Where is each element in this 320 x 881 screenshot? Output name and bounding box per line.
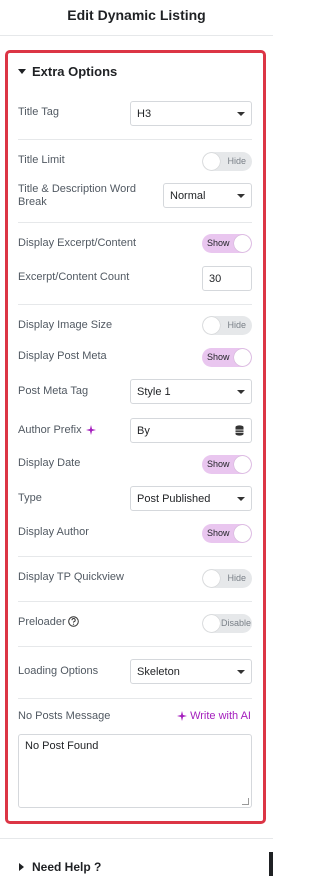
toggle-knob <box>234 456 251 473</box>
toggle-state: Hide <box>227 320 246 330</box>
section-title-need-help[interactable]: Need Help ? <box>32 860 101 874</box>
loading-options-label: Loading Options <box>18 665 99 677</box>
title-limit-toggle[interactable]: Hide <box>202 152 252 171</box>
divider <box>18 304 252 305</box>
word-break-value: Normal <box>170 190 206 202</box>
loading-options-value: Skeleton <box>137 666 180 678</box>
toggle-knob <box>203 317 220 334</box>
post-meta-tag-label: Post Meta Tag <box>18 385 89 397</box>
display-quickview-toggle[interactable]: Hide <box>202 569 252 588</box>
title-tag-select[interactable]: H3 <box>130 101 252 126</box>
title-limit-label: Title Limit <box>18 154 65 166</box>
preloader-toggle[interactable]: Disable <box>202 614 252 633</box>
loading-options-select[interactable]: Skeleton <box>130 659 252 684</box>
scroll-indicator[interactable] <box>269 852 273 876</box>
display-date-toggle[interactable]: Show <box>202 455 252 474</box>
preloader-label: Preloader <box>18 616 66 628</box>
dynamic-tags-button[interactable] <box>227 418 252 443</box>
divider <box>18 556 252 557</box>
toggle-knob <box>234 525 251 542</box>
divider <box>0 838 273 839</box>
toggle-state: Show <box>207 459 230 469</box>
display-author-label: Display Author <box>18 526 89 538</box>
toggle-knob <box>234 349 251 366</box>
toggle-state: Show <box>207 528 230 538</box>
chevron-down-icon <box>237 194 245 198</box>
chevron-down-icon <box>237 497 245 501</box>
divider <box>18 601 252 602</box>
toggle-knob <box>203 153 220 170</box>
excerpt-count-input[interactable]: 30 <box>202 266 252 291</box>
toggle-knob <box>234 235 251 252</box>
excerpt-count-label: Excerpt/Content Count <box>18 271 130 283</box>
divider <box>18 698 252 699</box>
display-image-size-label: Display Image Size <box>18 319 113 331</box>
section-title-extra-options[interactable]: Extra Options <box>32 64 117 79</box>
display-author-toggle[interactable]: Show <box>202 524 252 543</box>
display-post-meta-toggle[interactable]: Show <box>202 348 252 367</box>
caret-right-icon[interactable] <box>19 863 24 871</box>
write-with-ai-link[interactable]: Write with AI <box>177 710 251 722</box>
title-tag-value: H3 <box>137 108 152 120</box>
toggle-state: Disable <box>220 618 251 628</box>
display-quickview-label: Display TP Quickview <box>18 571 124 583</box>
chevron-down-icon <box>237 670 245 674</box>
help-circle-icon[interactable] <box>68 616 79 627</box>
caret-down-icon[interactable] <box>18 69 26 74</box>
chevron-down-icon <box>237 112 245 116</box>
toggle-knob <box>203 615 220 632</box>
toggle-state: Hide <box>227 573 246 583</box>
toggle-knob <box>203 570 220 587</box>
divider <box>18 222 252 223</box>
no-posts-message-textarea[interactable]: No Post Found <box>18 734 252 808</box>
type-label: Type <box>18 492 42 504</box>
toggle-state: Show <box>207 352 230 362</box>
type-value: Post Published <box>137 493 211 505</box>
title-tag-label: Title Tag <box>18 106 59 118</box>
word-break-select[interactable]: Normal <box>163 183 252 208</box>
post-meta-tag-value: Style 1 <box>137 386 171 398</box>
author-prefix-value: By <box>137 425 150 437</box>
author-prefix-label: Author Prefix <box>18 424 82 436</box>
page-title: Edit Dynamic Listing <box>67 7 206 23</box>
chevron-down-icon <box>237 390 245 394</box>
display-post-meta-label: Display Post Meta <box>18 350 107 362</box>
display-date-label: Display Date <box>18 457 81 469</box>
display-excerpt-label: Display Excerpt/Content <box>18 237 136 249</box>
resize-handle-icon[interactable] <box>242 798 249 805</box>
panel-header: Edit Dynamic Listing <box>0 0 273 36</box>
display-excerpt-toggle[interactable]: Show <box>202 234 252 253</box>
sparkle-ai-icon[interactable] <box>85 424 97 436</box>
toggle-state: Show <box>207 238 230 248</box>
post-meta-tag-select[interactable]: Style 1 <box>130 379 252 404</box>
divider <box>18 139 252 140</box>
database-icon <box>235 425 244 436</box>
sparkle-ai-icon <box>177 711 188 721</box>
toggle-state: Hide <box>227 156 246 166</box>
word-break-label: Title & Description Word Break <box>18 183 136 208</box>
type-select[interactable]: Post Published <box>130 486 252 511</box>
excerpt-count-value: 30 <box>209 273 222 285</box>
author-prefix-input[interactable]: By <box>130 418 228 443</box>
write-with-ai-label: Write with AI <box>190 710 251 722</box>
no-posts-message-value: No Post Found <box>25 740 99 752</box>
no-posts-message-label: No Posts Message <box>18 710 111 722</box>
display-image-size-toggle[interactable]: Hide <box>202 316 252 335</box>
divider <box>18 646 252 647</box>
